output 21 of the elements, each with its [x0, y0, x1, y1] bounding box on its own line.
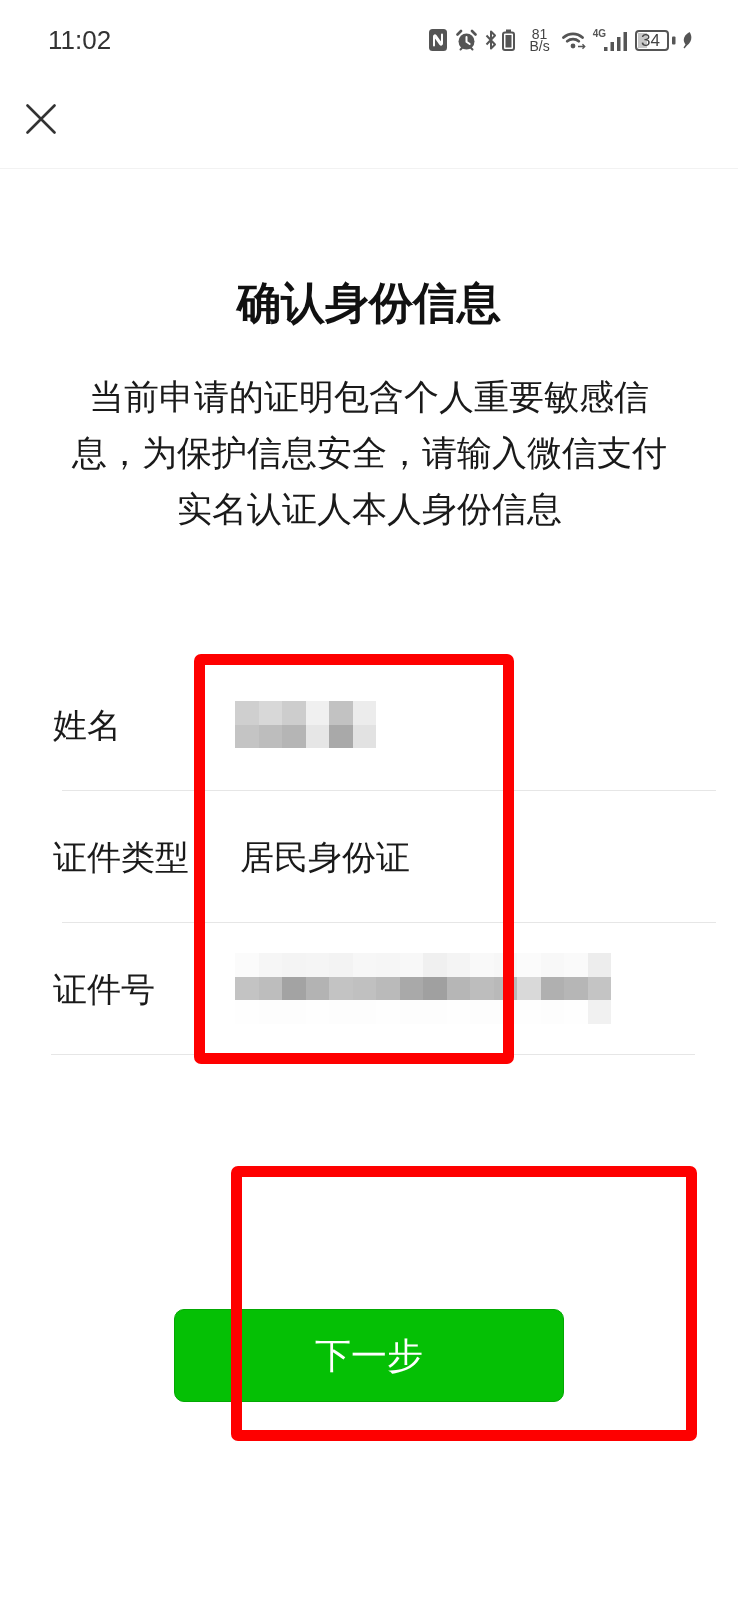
field-label: 证件类型 [53, 837, 189, 876]
wifi-icon [561, 30, 586, 50]
battery-icon [635, 29, 676, 51]
field-label: 证件号 [53, 969, 155, 1008]
alarm-clock-icon [456, 29, 478, 51]
signal-strength-icon [604, 32, 627, 51]
leaf-icon [682, 31, 692, 49]
network-type: 4G [592, 29, 606, 39]
field-label: 姓名 [53, 705, 121, 744]
next-step-button[interactable]: 下一步 [174, 1309, 564, 1402]
bluetooth-icon [485, 29, 498, 51]
network-speed-unit: B/s [529, 40, 550, 52]
field-value: 居民身份证 [240, 836, 410, 877]
nfc-icon [429, 29, 448, 51]
vertical-battery-icon [502, 29, 516, 51]
status-time: 11:02 [48, 25, 112, 55]
page-title: 确认身份信息 [237, 277, 501, 329]
close-icon[interactable] [26, 104, 56, 134]
description-text: 当前申请的证明包含个人重要敏感信息，为保护信息安全，请输入微信支付实名认证人本人身份信息 [70, 376, 668, 530]
network-speed-value: 81 [531, 28, 548, 40]
battery-level-text: 34 [641, 30, 660, 50]
